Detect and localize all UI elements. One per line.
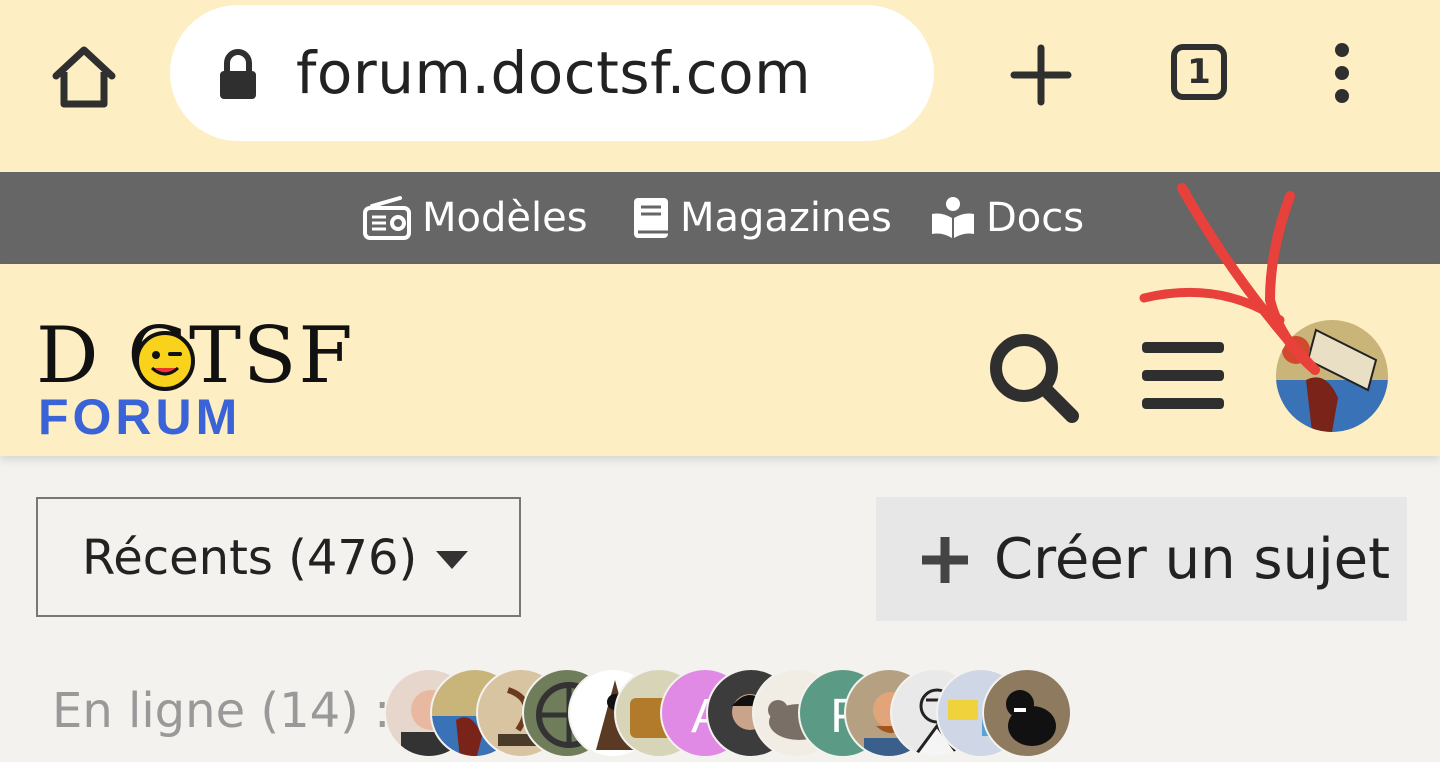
recent-dropdown-label: Récents (476) <box>82 530 418 586</box>
tabs-icon[interactable]: 1 <box>1171 44 1227 100</box>
radio-icon <box>363 196 411 240</box>
more-vertical-icon[interactable] <box>1318 40 1366 110</box>
lock-icon <box>218 49 258 101</box>
plus-icon[interactable] <box>1008 42 1074 108</box>
hamburger-icon[interactable] <box>1142 340 1224 412</box>
browser-toolbar: forum.doctsf.com 1 <box>0 0 1440 172</box>
search-icon[interactable] <box>986 330 1082 426</box>
book-icon <box>634 198 668 238</box>
create-topic-button[interactable]: Créer un sujet <box>876 497 1407 621</box>
create-topic-label: Créer un sujet <box>994 527 1391 592</box>
online-users-label: En ligne (14) : <box>52 683 391 739</box>
address-bar[interactable]: forum.doctsf.com <box>170 5 934 141</box>
nav-item-label: Magazines <box>680 195 892 241</box>
nav-item-label: Docs <box>986 195 1085 241</box>
home-icon[interactable] <box>48 42 120 112</box>
smiley-icon <box>135 331 195 391</box>
recent-dropdown[interactable]: Récents (476) <box>36 497 521 617</box>
online-user-avatar[interactable] <box>982 668 1072 758</box>
url-text: forum.doctsf.com <box>296 39 812 107</box>
book-reader-icon <box>932 197 974 238</box>
plus-icon <box>922 537 968 583</box>
user-avatar[interactable] <box>1276 320 1388 432</box>
forum-header: D CTSF FORUM <box>0 264 1440 456</box>
nav-item-modeles[interactable]: Modèles <box>362 190 588 246</box>
nav-item-magazines[interactable]: Magazines <box>632 190 892 246</box>
nav-item-docs[interactable]: Docs <box>930 190 1084 246</box>
online-users-list: A F <box>384 668 1104 758</box>
site-top-nav: Modèles Magazines Docs <box>0 172 1440 264</box>
nav-item-label: Modèles <box>422 195 588 241</box>
caret-down-icon <box>436 551 468 569</box>
logo-text-bottom: FORUM <box>38 389 242 445</box>
site-logo[interactable]: D CTSF FORUM <box>36 316 356 442</box>
